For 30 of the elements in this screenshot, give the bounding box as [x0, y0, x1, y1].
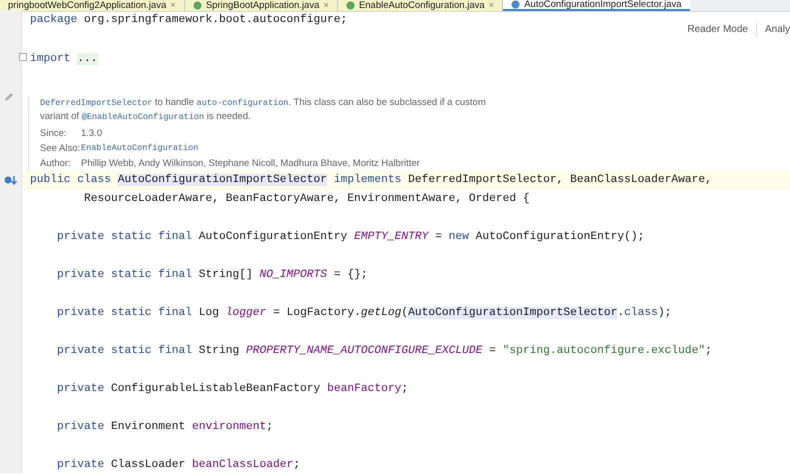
class-marker-icon[interactable] — [4, 174, 18, 186]
file-tab[interactable]: SpringBootApplication.java × — [184, 0, 338, 11]
code-line: private static final String PROPERTY_NAME_AUTOCONFIGURE_EXCLUDE = "spring.autoconfigure.exclude"; — [56, 344, 712, 359]
code-line: private Environment environment; — [56, 420, 274, 435]
code-line: public class AutoConfigurationImportSelector implements DeferredImportSelector, BeanClassLoaderAware, — [30, 172, 712, 188]
analysis-button[interactable]: Analy — [756, 20, 790, 39]
code-line: import ... — [30, 52, 98, 67]
doc-tag-label: See Also: — [40, 142, 81, 155]
code-line: private ConfigurableListableBeanFactory beanFactory; — [56, 382, 410, 397]
class-file-icon — [192, 1, 202, 10]
code-line: ResourceLoaderAware, BeanFactoryAware, EnvironmentAware, Ordered { — [83, 192, 531, 207]
class-file-icon — [511, 0, 520, 9]
pencil-icon — [4, 92, 14, 102]
code-line: private static final Log logger = LogFactory.getLog(AutoConfigurationImportSelector.class); — [56, 306, 672, 321]
file-tab[interactable]: pringbootWebConfig2Application.java × — [0, 0, 185, 11]
file-tab[interactable]: EnableAutoConfiguration.java × — [338, 0, 504, 11]
file-tab[interactable]: AutoConfigurationImportSelector.java — [503, 0, 690, 11]
reader-mode-button[interactable]: Reader Mode — [679, 20, 756, 39]
doc-link[interactable]: EnableAutoConfiguration — [81, 142, 198, 155]
code-line: private ClassLoader beanClassLoader; — [56, 458, 302, 473]
doc-tag-value: Phillip Webb, Andy Wilkinson, Stephane Nicoll, Madhura Bhave, Moritz Halbritter — [81, 157, 420, 170]
code-line: private static final String[] NO_IMPORTS = {}; — [56, 268, 369, 283]
doc-tag-value: 1.3.0 — [81, 127, 102, 140]
fold-icon[interactable] — [19, 53, 27, 61]
code-line: private static final AutoConfigurationEntry EMPTY_ENTRY = new AutoConfigurationEntry(); — [56, 230, 646, 245]
class-file-icon — [346, 1, 355, 10]
doc-tag-label: Author: — [40, 157, 72, 170]
doc-summary: DeferredImportSelector to handle auto-configuration. This class can also be subclassed if a custom variant of @EnableAutoConfiguration is needed. — [40, 96, 487, 124]
doc-tag-label: Since: — [40, 127, 68, 140]
code-line: package org.springframework.boot.autoconfigure; — [30, 12, 348, 28]
